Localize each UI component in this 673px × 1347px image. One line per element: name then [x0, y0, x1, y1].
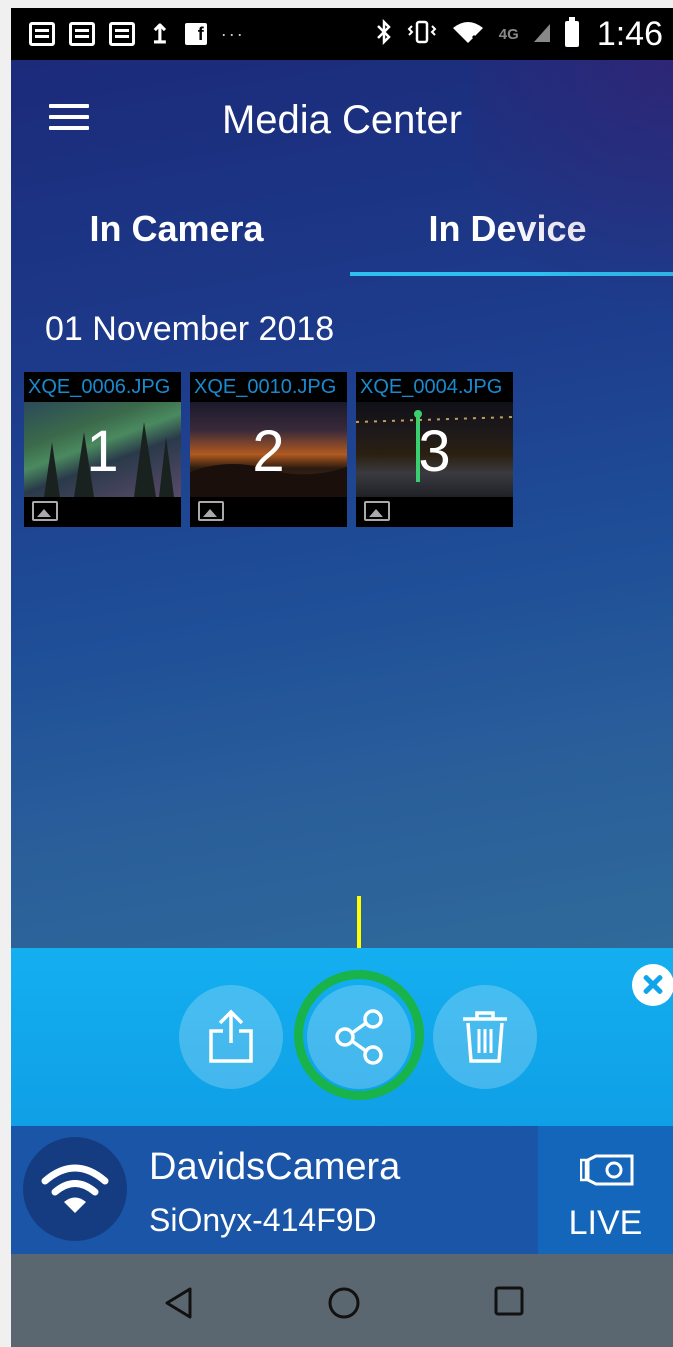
- vibrate-icon: [407, 20, 437, 48]
- signal-icon: [533, 21, 551, 47]
- live-button[interactable]: LIVE: [538, 1126, 673, 1254]
- export-icon: [209, 1009, 253, 1063]
- date-header: 01 November 2018: [45, 310, 335, 348]
- app-bar: Media Center: [11, 60, 673, 180]
- camera-name: DavidsCamera: [149, 1146, 401, 1188]
- selection-number: 1: [86, 419, 119, 484]
- main-content: Media Center In Camera In Device 01 Nove…: [11, 60, 673, 948]
- clock: 1:46: [596, 14, 663, 53]
- home-icon[interactable]: [327, 1286, 361, 1325]
- thumbnail-filename: XQE_0010.JPG: [190, 372, 347, 402]
- page-title: Media Center: [221, 98, 463, 142]
- delete-button[interactable]: [433, 985, 537, 1089]
- thumbnail-filename: XQE_0006.JPG: [24, 372, 181, 402]
- media-thumbnail[interactable]: XQE_0010.JPG 2: [190, 372, 347, 527]
- tab-in-camera[interactable]: In Camera: [11, 200, 342, 280]
- message-icon: [29, 22, 55, 46]
- camera-icon: [580, 1154, 634, 1186]
- selection-number: 2: [252, 419, 285, 484]
- image-icon: [32, 501, 58, 521]
- wifi-icon: [41, 1164, 109, 1213]
- message-icon: [109, 22, 135, 46]
- wifi-status: [23, 1137, 127, 1241]
- bluetooth-icon: [375, 18, 393, 49]
- camera-id: SiOnyx-414F9D: [149, 1202, 377, 1238]
- upload-icon: ↥: [149, 19, 171, 49]
- live-label: LIVE: [568, 1204, 643, 1242]
- camera-connection-bar[interactable]: DavidsCamera SiOnyx-414F9D LIVE: [11, 1126, 673, 1254]
- wifi-icon: [451, 20, 485, 48]
- share-icon: [335, 1009, 383, 1065]
- phone-screen: ↥ f ··· 4G 1:46 Media Center In Camera I…: [11, 8, 673, 1347]
- image-icon: [364, 501, 390, 521]
- battery-icon: [564, 17, 579, 47]
- recents-icon[interactable]: [494, 1286, 524, 1321]
- image-icon: [198, 501, 224, 521]
- network-type: 4G: [498, 25, 519, 43]
- media-thumbnail[interactable]: XQE_0004.JPG 3: [356, 372, 513, 527]
- facebook-icon: f: [184, 23, 207, 45]
- trash-icon: [463, 1011, 507, 1063]
- tab-in-device[interactable]: In Device: [342, 200, 673, 280]
- more-notifications-icon: ···: [220, 23, 245, 44]
- action-toolbar: [11, 948, 673, 1126]
- thumbnail-filename: XQE_0004.JPG: [356, 372, 513, 402]
- selection-number: 3: [418, 419, 451, 484]
- export-button[interactable]: [179, 985, 283, 1089]
- message-icon: [69, 22, 95, 46]
- media-thumbnail[interactable]: XQE_0006.JPG 1: [24, 372, 181, 527]
- tab-bar: In Camera In Device: [11, 200, 673, 280]
- back-icon[interactable]: [163, 1286, 193, 1325]
- media-grid: XQE_0006.JPG 1 XQE_0010.JPG 2 XQE_0004.J…: [24, 372, 513, 527]
- status-bar: ↥ f ··· 4G 1:46: [11, 8, 673, 60]
- system-nav-bar: [11, 1254, 673, 1347]
- share-button[interactable]: [307, 985, 411, 1089]
- close-icon[interactable]: [632, 964, 673, 1006]
